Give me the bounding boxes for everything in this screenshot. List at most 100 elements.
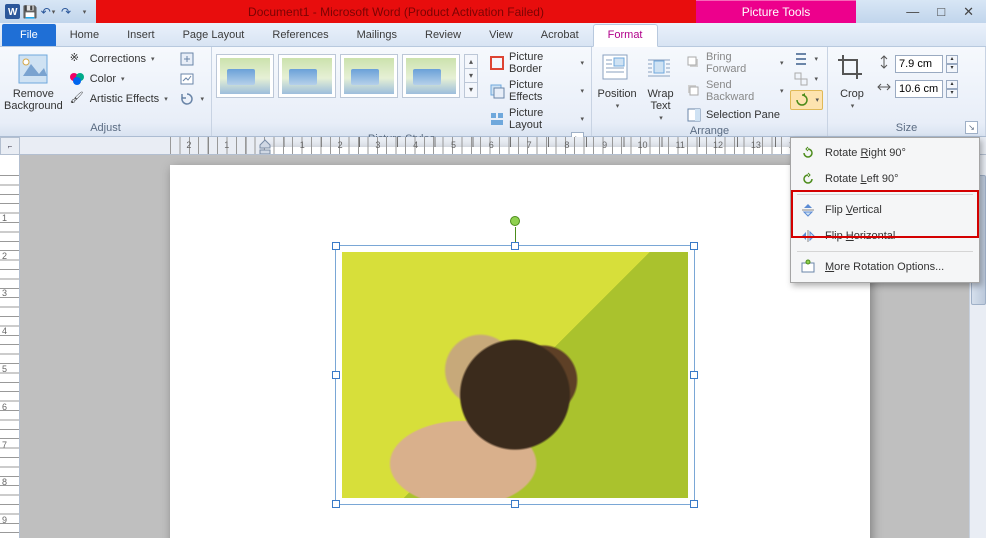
resize-handle-tl[interactable]: [332, 242, 340, 250]
bring-forward-button[interactable]: Bring Forward▾: [683, 50, 787, 76]
wrap-text-button[interactable]: Wrap Text▾: [642, 50, 679, 122]
svg-text:W: W: [8, 7, 18, 18]
resize-handle-bl[interactable]: [332, 500, 340, 508]
group-size-label: Size↘: [832, 121, 981, 136]
save-icon[interactable]: 💾: [22, 4, 38, 20]
position-label: Position: [597, 88, 636, 100]
compress-pictures-button[interactable]: [176, 50, 207, 68]
rotate-left-90-item[interactable]: Rotate Left 90°: [793, 166, 977, 192]
vertical-ruler[interactable]: 123456789: [0, 155, 20, 538]
picture-effects-icon: [489, 83, 505, 99]
ruler-corner[interactable]: ⌐: [0, 137, 20, 155]
width-field[interactable]: [895, 80, 943, 98]
picture-border-label: Picture Border: [509, 51, 576, 75]
selected-picture[interactable]: [335, 245, 695, 505]
rotate-button[interactable]: ▾: [790, 90, 823, 110]
artistic-effects-button[interactable]: 🖌Artistic Effects▾: [67, 90, 173, 108]
gallery-more-icon[interactable]: ▾: [465, 83, 477, 97]
crop-button[interactable]: Crop▾: [832, 50, 872, 110]
more-rotation-options-item[interactable]: More Rotation Options...: [793, 254, 977, 280]
maximize-button[interactable]: □: [937, 4, 945, 19]
group-picture-styles: ▴▾▾ Picture Border▾ Picture Effects▾ Pic…: [212, 47, 592, 136]
group-objects-button[interactable]: ▾: [790, 70, 823, 88]
width-spinner[interactable]: ▴▾: [946, 80, 958, 98]
resize-handle-br[interactable]: [690, 500, 698, 508]
picture-effects-button[interactable]: Picture Effects▾: [486, 78, 587, 104]
vruler-numbers: 123456789: [2, 175, 7, 538]
tab-insert[interactable]: Insert: [113, 25, 169, 46]
tab-references[interactable]: References: [258, 25, 342, 46]
more-rotation-label: More Rotation Options...: [825, 261, 944, 273]
change-picture-button[interactable]: [176, 70, 207, 88]
minimize-button[interactable]: —: [906, 4, 919, 19]
picture-layout-button[interactable]: Picture Layout▾: [486, 106, 587, 132]
flip-horizontal-item[interactable]: Flip Horizontal: [793, 223, 977, 249]
tab-file[interactable]: File: [2, 24, 56, 46]
tab-page-layout[interactable]: Page Layout: [169, 25, 259, 46]
wrap-text-icon: [644, 52, 678, 86]
height-icon: [876, 54, 892, 73]
flip-vertical-label: Flip Vertical: [825, 204, 882, 216]
tab-format[interactable]: Format: [593, 24, 658, 47]
hruler-numbers: 2112345678910111213141516: [170, 140, 888, 150]
send-backward-button[interactable]: Send Backward▾: [683, 78, 787, 104]
qat-customize-icon[interactable]: ▾: [76, 4, 92, 20]
picture-styles-gallery[interactable]: [216, 50, 460, 98]
tab-review[interactable]: Review: [411, 25, 475, 46]
rotate-right-icon: [799, 144, 817, 162]
style-thumb[interactable]: [340, 54, 398, 98]
width-input-row: ▴▾: [876, 79, 958, 98]
resize-handle-bm[interactable]: [511, 500, 519, 508]
resize-handle-tr[interactable]: [690, 242, 698, 250]
tab-acrobat[interactable]: Acrobat: [527, 25, 593, 46]
rotate-right-90-item[interactable]: Rotate Right 90°: [793, 140, 977, 166]
tab-mailings[interactable]: Mailings: [343, 25, 411, 46]
position-button[interactable]: Position▾: [596, 50, 638, 110]
color-icon: [70, 71, 86, 87]
selection-pane-button[interactable]: Selection Pane: [683, 106, 787, 124]
reset-picture-button[interactable]: ▾: [176, 90, 207, 108]
corrections-button[interactable]: ※Corrections▾: [67, 50, 173, 68]
left-indent-marker[interactable]: [260, 137, 270, 155]
width-icon: [876, 79, 892, 98]
close-button[interactable]: ✕: [963, 4, 974, 20]
picture-border-button[interactable]: Picture Border▾: [486, 50, 587, 76]
rotate-dropdown-menu: Rotate Right 90° Rotate Left 90° Flip Ve…: [790, 137, 980, 283]
gallery-scroll[interactable]: ▴▾▾: [464, 54, 478, 98]
gallery-down-icon[interactable]: ▾: [465, 69, 477, 83]
rotate-handle[interactable]: [510, 216, 520, 226]
color-button[interactable]: Color▾: [67, 70, 173, 88]
undo-icon[interactable]: ↶▾: [40, 4, 56, 20]
wrap-text-label: Wrap Text: [642, 88, 679, 112]
send-backward-label: Send Backward: [706, 79, 775, 103]
tab-home[interactable]: Home: [56, 25, 113, 46]
picture-effects-label: Picture Effects: [509, 79, 576, 103]
align-button[interactable]: ▾: [790, 50, 823, 68]
resize-handle-tm[interactable]: [511, 242, 519, 250]
picture-layout-label: Picture Layout: [509, 107, 576, 131]
gallery-up-icon[interactable]: ▴: [465, 55, 477, 69]
flip-vertical-item[interactable]: Flip Vertical: [793, 197, 977, 223]
rotate-left-label: Rotate Left 90°: [825, 173, 899, 185]
style-thumb[interactable]: [402, 54, 460, 98]
word-app-icon: W: [4, 4, 20, 20]
height-spinner[interactable]: ▴▾: [946, 55, 958, 73]
picture-layout-icon: [489, 111, 505, 127]
corrections-label: Corrections: [90, 53, 146, 65]
bring-forward-label: Bring Forward: [706, 51, 775, 75]
remove-background-button[interactable]: Remove Background: [4, 50, 63, 112]
resize-handle-ml[interactable]: [332, 371, 340, 379]
tab-view[interactable]: View: [475, 25, 527, 46]
height-field[interactable]: [895, 55, 943, 73]
redo-icon[interactable]: ↷: [58, 4, 74, 20]
contextual-tab-picture-tools: Picture Tools: [696, 0, 856, 23]
style-thumb[interactable]: [216, 54, 274, 98]
style-thumb[interactable]: [278, 54, 336, 98]
group-adjust: Remove Background ※Corrections▾ Color▾ 🖌…: [0, 47, 212, 136]
resize-handle-mr[interactable]: [690, 371, 698, 379]
size-launcher-icon[interactable]: ↘: [965, 121, 978, 134]
quick-access-toolbar: W 💾 ↶▾ ↷ ▾: [0, 0, 96, 23]
position-icon: [600, 52, 634, 86]
remove-background-icon: [16, 52, 50, 86]
remove-background-label: Remove Background: [4, 88, 63, 112]
